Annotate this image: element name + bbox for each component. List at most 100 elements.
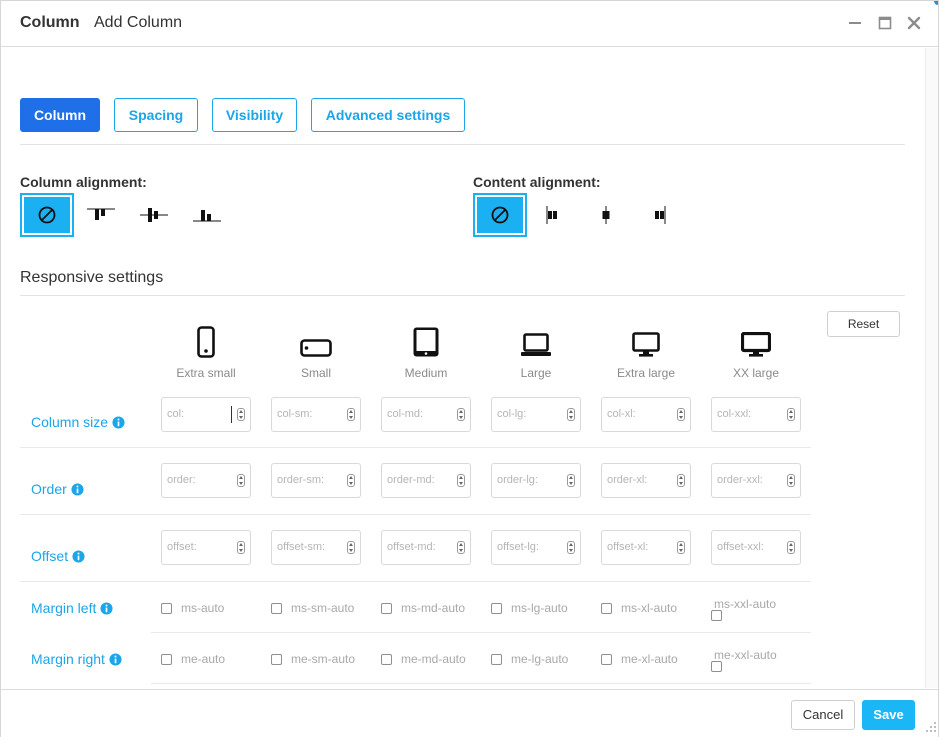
spinner-icon[interactable] — [567, 408, 575, 421]
spinner-icon[interactable] — [347, 474, 355, 487]
checkbox-box[interactable] — [381, 602, 392, 614]
close-icon[interactable] — [906, 15, 922, 31]
me-sm-auto-checkbox[interactable]: me-sm-auto — [271, 652, 355, 666]
order-label: Order — [31, 481, 84, 497]
offset-input[interactable]: offset: — [161, 530, 251, 565]
resize-grip-icon[interactable] — [925, 721, 937, 733]
spinner-icon[interactable] — [787, 541, 795, 554]
checkbox-box[interactable] — [601, 602, 612, 614]
checkbox-box[interactable] — [381, 653, 392, 665]
spinner-icon[interactable] — [347, 541, 355, 554]
spinner-icon[interactable] — [787, 408, 795, 421]
ms-auto-checkbox[interactable]: ms-auto — [161, 601, 224, 615]
me-xxl-auto-checkbox[interactable]: me-xxl-auto — [711, 648, 801, 672]
info-icon[interactable] — [109, 652, 122, 666]
offset-lg-input[interactable]: offset-lg: — [491, 530, 581, 565]
save-button[interactable]: Save — [862, 700, 915, 730]
order-input[interactable]: order: — [161, 463, 251, 498]
spinner-icon[interactable] — [677, 541, 685, 554]
tab-spacing[interactable]: Spacing — [114, 98, 198, 132]
offset-xl-input[interactable]: offset-xl: — [601, 530, 691, 565]
checkbox-box[interactable] — [711, 661, 722, 672]
me-auto-checkbox[interactable]: me-auto — [161, 652, 225, 666]
order-xl-input[interactable]: order-xl: — [601, 463, 691, 498]
spinner-icon[interactable] — [237, 474, 245, 487]
col-xl-size-input[interactable]: col-xl: — [601, 397, 691, 432]
col-lg-size-input[interactable]: col-lg: — [491, 397, 581, 432]
ms-md-auto-checkbox[interactable]: ms-md-auto — [381, 601, 465, 615]
ms-lg-auto-checkbox[interactable]: ms-lg-auto — [491, 601, 568, 615]
large-desktop-icon — [741, 332, 771, 357]
col-sm-size-input[interactable]: col-sm: — [271, 397, 361, 432]
spinner-icon[interactable] — [567, 541, 575, 554]
reset-button[interactable]: Reset — [827, 311, 900, 337]
checkbox-box[interactable] — [161, 602, 172, 614]
content-align-start-button[interactable] — [528, 195, 578, 235]
tab-advanced-settings[interactable]: Advanced settings — [311, 98, 465, 132]
spinner-icon[interactable] — [787, 474, 795, 487]
breakpoint-label: XX large — [732, 366, 780, 380]
ms-xxl-auto-checkbox[interactable]: ms-xxl-auto — [711, 597, 801, 621]
spinner-icon[interactable] — [677, 408, 685, 421]
spinner-icon[interactable] — [237, 408, 245, 421]
offset-xxl-input[interactable]: offset-xxl: — [711, 530, 801, 565]
checkbox-box[interactable] — [491, 602, 502, 614]
spinner-icon[interactable] — [567, 474, 575, 487]
row-divider — [151, 683, 811, 684]
info-icon[interactable] — [71, 482, 84, 496]
breakpoint-xx-large: XX large — [711, 324, 801, 380]
offset-sm-input[interactable]: offset-sm: — [271, 530, 361, 565]
row-label-text: Column size — [31, 414, 109, 430]
me-lg-auto-checkbox[interactable]: me-lg-auto — [491, 652, 568, 666]
order-lg-input[interactable]: order-lg: — [491, 463, 581, 498]
checkbox-box[interactable] — [161, 653, 172, 665]
column-align-top-button[interactable] — [76, 195, 126, 235]
spinner-icon[interactable] — [457, 541, 465, 554]
checkbox-box[interactable] — [601, 653, 612, 665]
checkbox-box[interactable] — [271, 602, 282, 614]
me-xl-auto-checkbox[interactable]: me-xl-auto — [601, 652, 678, 666]
content-align-none-button[interactable] — [473, 193, 527, 237]
col-xxl-size-input[interactable]: col-xxl: — [711, 397, 801, 432]
phone-icon — [197, 326, 215, 358]
column-align-none-button[interactable] — [20, 193, 74, 237]
spinner-icon[interactable] — [237, 541, 245, 554]
cancel-button[interactable]: Cancel — [791, 700, 855, 730]
content-align-middle-button[interactable] — [581, 195, 631, 235]
row-label-text: Order — [31, 481, 67, 497]
info-icon[interactable] — [112, 415, 125, 429]
ms-sm-auto-checkbox[interactable]: ms-sm-auto — [271, 601, 354, 615]
align-start-icon — [546, 206, 557, 224]
spinner-icon[interactable] — [457, 474, 465, 487]
row-label-text: Margin right — [31, 651, 105, 667]
me-md-auto-checkbox[interactable]: me-md-auto — [381, 652, 466, 666]
order-xxl-input[interactable]: order-xxl: — [711, 463, 801, 498]
row-label-text: Margin left — [31, 600, 97, 616]
column-align-center-button[interactable] — [129, 195, 179, 235]
offset-md-input[interactable]: offset-md: — [381, 530, 471, 565]
breakpoint-label: Large — [520, 366, 552, 380]
checkbox-box[interactable] — [271, 653, 282, 665]
tab-visibility[interactable]: Visibility — [212, 98, 297, 132]
maximize-icon[interactable] — [877, 15, 893, 31]
responsive-settings-title: Responsive settings — [20, 269, 164, 286]
order-md-input[interactable]: order-md: — [381, 463, 471, 498]
spinner-icon[interactable] — [347, 408, 355, 421]
vertical-scrollbar[interactable] — [925, 48, 938, 688]
col-md-size-input[interactable]: col-md: — [381, 397, 471, 432]
checkbox-box[interactable] — [711, 610, 722, 621]
spinner-icon[interactable] — [677, 474, 685, 487]
info-icon[interactable] — [72, 549, 85, 563]
dialog-title: Column — [20, 14, 80, 31]
minimize-icon[interactable] — [847, 15, 863, 31]
align-middle-icon — [602, 206, 610, 224]
ms-xl-auto-checkbox[interactable]: ms-xl-auto — [601, 601, 677, 615]
spinner-icon[interactable] — [457, 408, 465, 421]
checkbox-box[interactable] — [491, 653, 502, 665]
col-size-input[interactable]: col: — [161, 397, 251, 432]
content-align-end-button[interactable] — [634, 195, 684, 235]
info-icon[interactable] — [100, 601, 113, 615]
order-sm-input[interactable]: order-sm: — [271, 463, 361, 498]
column-align-bottom-button[interactable] — [182, 195, 232, 235]
tab-column[interactable]: Column — [20, 98, 100, 132]
